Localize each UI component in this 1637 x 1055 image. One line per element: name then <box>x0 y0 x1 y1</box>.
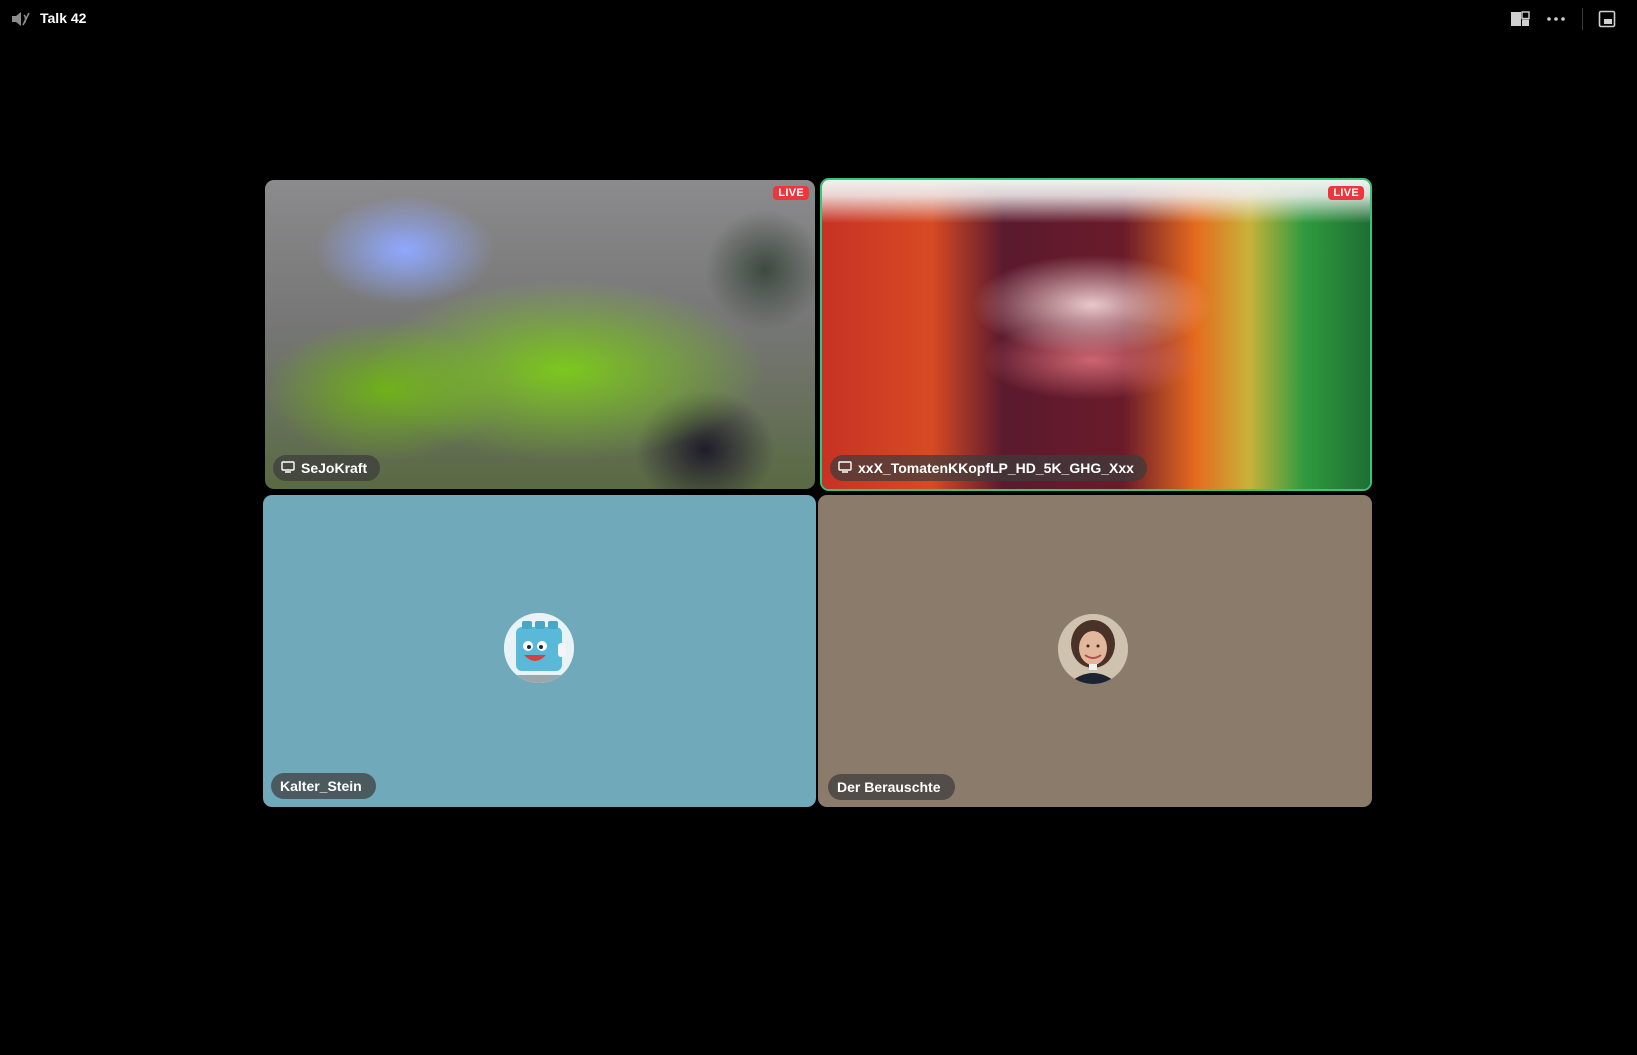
monitor-icon <box>838 460 852 476</box>
avatar-woman-portrait <box>1058 614 1128 684</box>
screen-share-video <box>822 180 1370 489</box>
window-title: Talk 42 <box>40 10 87 26</box>
speaker-muted-icon[interactable] <box>10 9 32 29</box>
participant-name-tag: SeJoKraft <box>273 455 381 481</box>
avatar-lego-brick-mascot <box>504 613 574 683</box>
live-badge: LIVE <box>1328 186 1364 200</box>
title-bar: Talk 42 <box>0 0 1637 38</box>
participant-name: Kalter_Stein <box>280 778 362 794</box>
participant-tile-kalter-stein[interactable]: Kalter_Stein <box>263 495 816 807</box>
monitor-icon <box>281 460 295 476</box>
grid-layout-icon[interactable] <box>1509 9 1531 29</box>
toolbar-divider <box>1582 8 1583 30</box>
popout-window-icon[interactable] <box>1596 9 1618 29</box>
participant-tile-tomatenkopf[interactable]: LIVE xxX_TomatenKKopfLP_HD_5K_GHG_Xxx <box>820 178 1372 491</box>
participant-name-tag: Der Berauschte <box>828 774 955 800</box>
participant-name-tag: Kalter_Stein <box>271 773 376 799</box>
live-badge: LIVE <box>773 186 809 200</box>
more-options-icon[interactable] <box>1545 9 1567 29</box>
screen-share-video <box>265 180 815 489</box>
participant-tile-sejokraft[interactable]: LIVE SeJoKraft <box>265 180 815 489</box>
participant-name: SeJoKraft <box>301 460 368 476</box>
participant-tile-der-berauschte[interactable]: Der Berauschte <box>818 495 1372 807</box>
participant-name-tag: xxX_TomatenKKopfLP_HD_5K_GHG_Xxx <box>830 455 1147 481</box>
participant-name: xxX_TomatenKKopfLP_HD_5K_GHG_Xxx <box>858 460 1134 476</box>
participant-name: Der Berauschte <box>837 779 941 795</box>
